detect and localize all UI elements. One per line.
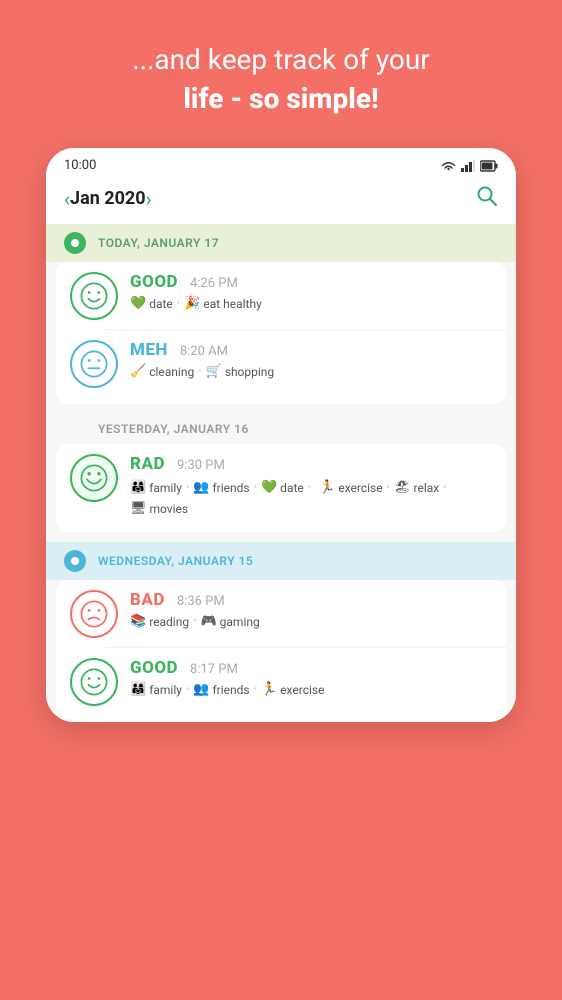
tag-exercise: 🏃 exercise <box>319 480 382 495</box>
entry-time-good: 4:26 PM <box>190 276 238 291</box>
entry-good-wednesday[interactable]: GOOD 8:17 PM 👨‍👩‍👧 family • 👥 friends <box>56 648 506 716</box>
signal-icon <box>461 160 475 172</box>
eat-healthy-icon: 🎉 <box>184 296 200 311</box>
wifi-icon <box>441 160 456 172</box>
entry-meh-today[interactable]: MEH 8:20 AM 🧹 cleaning • 🛒 shopping <box>56 330 506 398</box>
wednesday-label: WEDNESDAY, JANUARY 15 <box>98 554 253 568</box>
exercise-wed-icon: 🏃 <box>261 682 277 697</box>
tag-family-wed: 👨‍👩‍👧 family <box>130 682 182 697</box>
month-title: Jan 2020 <box>70 188 146 209</box>
status-icons <box>441 160 498 172</box>
family-wed-icon: 👨‍👩‍👧 <box>130 682 146 697</box>
movies-icon: 🖥 <box>130 501 147 516</box>
tag-cleaning: 🧹 cleaning <box>130 364 194 379</box>
mood-face-meh <box>70 340 118 388</box>
yesterday-card: RAD 9:30 PM 👨‍👩‍👧 family • 👥 friends <box>56 444 506 532</box>
entry-bad-wednesday[interactable]: BAD 8:36 PM 📚 reading • 🎮 gaming <box>56 580 506 648</box>
entry-title-good: GOOD <box>130 272 178 292</box>
shopping-icon: 🛒 <box>206 364 222 379</box>
entry-content-bad: BAD 8:36 PM 📚 reading • 🎮 gaming <box>130 590 492 629</box>
mood-face-bad <box>70 590 118 638</box>
reading-icon: 📚 <box>130 614 146 629</box>
day-header-yesterday: YESTERDAY, JANUARY 16 <box>46 414 516 444</box>
battery-icon <box>480 160 498 172</box>
entry-rad-yesterday[interactable]: RAD 9:30 PM 👨‍👩‍👧 family • 👥 friends <box>56 444 506 526</box>
day-header-wednesday: WEDNESDAY, JANUARY 15 <box>46 542 516 580</box>
entry-content-meh: MEH 8:20 AM 🧹 cleaning • 🛒 shopping <box>130 340 492 379</box>
exercise-icon: 🏃 <box>319 480 335 495</box>
mood-face-rad <box>70 454 118 502</box>
entry-title-good-wed: GOOD <box>130 658 178 678</box>
date-icon: 💚 <box>130 296 146 311</box>
entry-tags-meh: 🧹 cleaning • 🛒 shopping <box>130 364 492 379</box>
tag-shopping: 🛒 shopping <box>206 364 275 379</box>
entry-good-today[interactable]: GOOD 4:26 PM 💚 date • 🎉 eat healthy <box>56 262 506 330</box>
friends-wed-icon: 👥 <box>193 682 209 697</box>
day-header-today: TODAY, JANUARY 17 <box>46 224 516 262</box>
entry-title-bad: BAD <box>130 590 165 610</box>
next-month-button[interactable]: › <box>146 187 152 211</box>
entry-time-bad: 8:36 PM <box>177 594 225 609</box>
entry-tags-rad: 👨‍👩‍👧 family • 👥 friends • 💚 date <box>130 478 492 516</box>
entry-content-rad: RAD 9:30 PM 👨‍👩‍👧 family • 👥 friends <box>130 454 492 516</box>
entry-title-rad: RAD <box>130 454 165 474</box>
hero-text-regular: ...and keep track of your <box>132 43 430 76</box>
entry-time-good-wed: 8:17 PM <box>190 662 238 677</box>
nav-bar: ‹ Jan 2020 › <box>46 179 516 224</box>
entry-content-good: GOOD 4:26 PM 💚 date • 🎉 eat healthy <box>130 272 492 311</box>
relax-icon: 🏖 <box>394 480 411 495</box>
tag-friends: 👥 friends <box>193 480 249 495</box>
tag-eat-healthy: 🎉 eat healthy <box>184 296 262 311</box>
entry-time-meh: 8:20 AM <box>180 344 228 359</box>
today-card: GOOD 4:26 PM 💚 date • 🎉 eat healthy <box>56 262 506 404</box>
status-bar: 10:00 <box>46 148 516 179</box>
hero-text: ...and keep track of your life - so simp… <box>92 0 470 148</box>
tag-date-rad: 💚 date <box>261 480 304 495</box>
family-icon: 👨‍👩‍👧 <box>130 480 146 495</box>
tag-movies: 🖥 movies <box>130 501 188 516</box>
today-label: TODAY, JANUARY 17 <box>98 236 219 250</box>
tag-exercise-wed: 🏃 exercise <box>261 682 324 697</box>
wednesday-dot <box>64 550 86 572</box>
phone-frame: 10:00 ‹ Jan 2020 <box>46 148 516 722</box>
mood-face-good <box>70 272 118 320</box>
status-time: 10:00 <box>64 158 96 173</box>
tag-relax: 🏖 relax <box>394 480 439 495</box>
date-rad-icon: 💚 <box>261 480 277 495</box>
yesterday-label: YESTERDAY, JANUARY 16 <box>98 422 249 436</box>
wednesday-card: BAD 8:36 PM 📚 reading • 🎮 gaming <box>56 580 506 722</box>
tag-gaming: 🎮 gaming <box>200 614 259 629</box>
entry-time-rad: 9:30 PM <box>177 458 225 473</box>
entry-title-meh: MEH <box>130 340 168 360</box>
tag-friends-wed: 👥 friends <box>193 682 249 697</box>
hero-text-bold: life - so simple! <box>183 82 378 115</box>
today-dot <box>64 232 86 254</box>
entry-tags-bad: 📚 reading • 🎮 gaming <box>130 614 492 629</box>
entries-list: TODAY, JANUARY 17 GOOD 4:26 PM <box>46 224 516 722</box>
tag-reading: 📚 reading <box>130 614 189 629</box>
entry-content-good-wed: GOOD 8:17 PM 👨‍👩‍👧 family • 👥 friends <box>130 658 492 697</box>
gaming-icon: 🎮 <box>200 614 216 629</box>
tag-date: 💚 date <box>130 296 173 311</box>
entry-tags-good: 💚 date • 🎉 eat healthy <box>130 296 492 311</box>
search-button[interactable] <box>476 185 498 212</box>
entry-tags-good-wed: 👨‍👩‍👧 family • 👥 friends • 🏃 exercise <box>130 682 492 697</box>
mood-face-good-wed <box>70 658 118 706</box>
tag-family: 👨‍👩‍👧 family <box>130 480 182 495</box>
cleaning-icon: 🧹 <box>130 364 146 379</box>
friends-icon: 👥 <box>193 480 209 495</box>
